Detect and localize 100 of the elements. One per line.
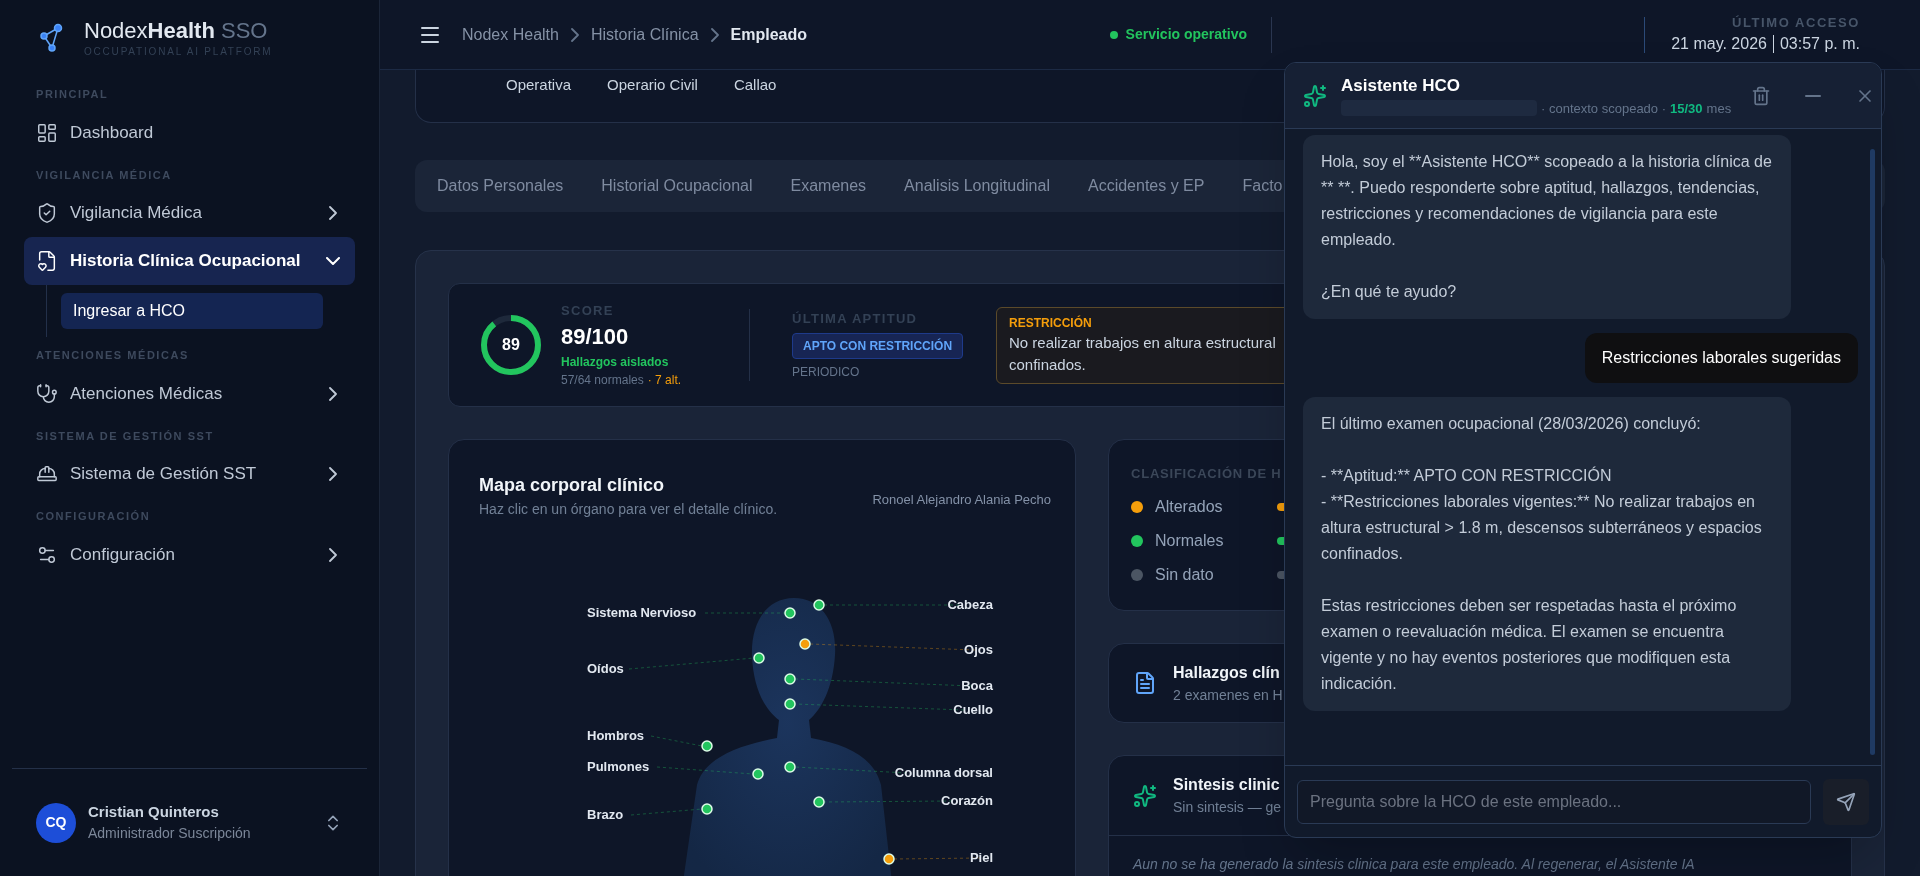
organ-marker[interactable] bbox=[799, 638, 811, 650]
employee-field: Operario Civil bbox=[607, 74, 698, 97]
send-button[interactable] bbox=[1823, 778, 1869, 825]
quota-count: 15/30 bbox=[1670, 99, 1703, 118]
organ-label[interactable]: Piel bbox=[969, 849, 993, 867]
trash-icon bbox=[1751, 85, 1772, 106]
tab[interactable]: Accidentes y EP bbox=[1087, 174, 1205, 198]
assistant-message: El último examen ocupacional (28/03/2026) concluyó: - **Aptitud:** APTO CON RESTRICCIÓN - **Restricciones laborales vigentes:** No realizar trabajos en altura estructural > 1.8 m, descensos subterráneos y espacios confinados. Estas restricciones deben ser respetadas hasta el próximo examen o reevaluación médica. El examen se encuentra vigente y no hay eventos posteriores que modifiquen esta indicación. bbox=[1303, 397, 1791, 711]
normals-count: 57/64 normales bbox=[561, 372, 644, 390]
organ-marker[interactable] bbox=[813, 599, 825, 611]
exam-type: PERIODICO bbox=[792, 363, 860, 381]
context-text: · contexto scopeado · bbox=[1541, 99, 1667, 118]
organ-label[interactable]: Ojos bbox=[964, 641, 993, 659]
legend-label: Sin dato bbox=[1155, 564, 1215, 585]
question-input-field[interactable]: Pregunta sobre la HCO de este empleado... bbox=[1297, 779, 1811, 824]
legend-label: Normales bbox=[1155, 530, 1225, 551]
scrollbar[interactable] bbox=[1870, 149, 1875, 755]
sparkle-icon bbox=[1303, 83, 1327, 108]
document-icon bbox=[1133, 671, 1157, 695]
organ-marker[interactable] bbox=[883, 853, 895, 865]
document-heart-icon bbox=[36, 250, 58, 272]
nav-item[interactable]: Dashboard bbox=[24, 108, 355, 157]
breadcrumb-item[interactable]: Historia Clínica bbox=[590, 22, 699, 47]
card-subtitle: 2 examenes en H bbox=[1173, 685, 1283, 705]
organ-label[interactable]: Boca bbox=[961, 677, 993, 695]
chevron-right-icon bbox=[329, 467, 337, 481]
shield-check-icon bbox=[36, 202, 58, 224]
organ-label[interactable]: Hombros bbox=[587, 727, 645, 745]
organ-marker[interactable] bbox=[701, 740, 713, 752]
assistant-message: Hola, soy el **Asistente HCO** scopeado a la historia clínica de ** **. Puedo responderte sobre aptitud, hallazgos, tendencias, restricciones y recomendaciones de vigilancia para este empleado. ¿En qué te ayudo? bbox=[1303, 135, 1791, 319]
organ-marker[interactable] bbox=[784, 698, 796, 710]
nav-section-title: VIGILANCIA MÉDICA bbox=[35, 167, 173, 183]
tab[interactable]: Facto bbox=[1242, 174, 1283, 198]
organ-label[interactable]: Corazón bbox=[941, 792, 993, 810]
organ-label[interactable]: Brazo bbox=[587, 806, 624, 824]
breadcrumb-item: Empleado bbox=[730, 24, 807, 45]
tab[interactable]: Datos Personales bbox=[437, 174, 564, 198]
altered-count: · 7 alt. bbox=[647, 372, 682, 390]
employee-field: Operativa bbox=[506, 74, 572, 97]
minimize-icon bbox=[1805, 94, 1822, 97]
organ-label[interactable]: Sistema Nervioso bbox=[587, 604, 697, 622]
quota-unit: mes bbox=[1706, 99, 1732, 118]
sparkle-icon bbox=[1133, 783, 1157, 808]
chevron-right-icon bbox=[329, 206, 337, 220]
user-name: Cristian Quinteros bbox=[88, 801, 220, 822]
organ-label[interactable]: Cabeza bbox=[947, 596, 993, 614]
chevron-right-icon bbox=[710, 27, 719, 42]
brand-name: NodexHealth SSO bbox=[84, 17, 269, 44]
organ-label[interactable]: Pulmones bbox=[587, 758, 650, 776]
restriction-text: No realizar trabajos en altura estructural bbox=[1009, 332, 1277, 353]
nav-item[interactable]: Vigilancia Médica bbox=[24, 189, 355, 237]
organ-marker[interactable] bbox=[752, 768, 764, 780]
organ-label[interactable]: Cuello bbox=[953, 701, 993, 719]
tab[interactable]: Analisis Longitudinal bbox=[904, 174, 1050, 198]
organ-marker[interactable] bbox=[784, 607, 796, 619]
organ-marker[interactable] bbox=[813, 796, 825, 808]
card-subtitle: Sin sintesis — ge bbox=[1173, 798, 1282, 817]
nav-item[interactable]: Historia Clínica Ocupacional bbox=[24, 237, 355, 285]
nav-item[interactable]: Configuración bbox=[24, 530, 355, 579]
patient-name: Ronoel Alejandro Alania Pecho bbox=[872, 491, 1051, 509]
organ-label[interactable]: Columna dorsal bbox=[894, 764, 993, 782]
score-ring-value: 89 bbox=[502, 336, 520, 354]
nav-item[interactable]: Atenciones Médicas bbox=[24, 369, 355, 418]
last-access-label: ÚLTIMO ACCESO bbox=[1732, 13, 1860, 32]
organ-label[interactable]: Oídos bbox=[587, 660, 624, 678]
score-summary: Hallazgos aislados bbox=[561, 354, 670, 372]
chevron-right-icon bbox=[329, 547, 337, 562]
panel-title: Asistente HCO bbox=[1341, 75, 1462, 97]
restriction-text: confinados. bbox=[1009, 355, 1087, 375]
nav-subitem[interactable]: Ingresar a HCO bbox=[61, 293, 323, 329]
tab[interactable]: Examenes bbox=[790, 174, 867, 198]
organ-marker[interactable] bbox=[753, 652, 765, 664]
restriction-title: RESTRICCIÓN bbox=[1009, 314, 1093, 332]
card-subtitle: Haz clic en un órgano para ver el detalle clínico. bbox=[479, 500, 778, 519]
chevron-right-icon bbox=[329, 386, 337, 401]
card-title: Mapa corporal clínico bbox=[479, 474, 666, 497]
last-access-date: 21 may. 2026 bbox=[1671, 34, 1767, 55]
status-text: Servicio operativo bbox=[1125, 25, 1247, 44]
aptitude-badge: APTO CON RESTRICCIÓN bbox=[792, 332, 964, 359]
organ-marker[interactable] bbox=[784, 761, 796, 773]
organ-marker[interactable] bbox=[701, 803, 713, 815]
organ-marker[interactable] bbox=[784, 673, 796, 685]
nav-item[interactable]: Sistema de Gestión SST bbox=[24, 450, 355, 498]
last-access-time: 03:57 p. m. bbox=[1779, 34, 1860, 55]
nav-section-title: CONFIGURACIÓN bbox=[35, 509, 152, 524]
leader-line bbox=[650, 735, 703, 747]
stethoscope-icon bbox=[36, 382, 58, 405]
nav-section-title: PRINCIPAL bbox=[35, 87, 110, 102]
employee-field: Callao bbox=[733, 74, 777, 97]
chevron-right-icon bbox=[570, 27, 579, 42]
send-icon bbox=[1836, 791, 1856, 812]
score-value: 89/100 bbox=[561, 323, 630, 352]
user-role: Administrador Suscripción bbox=[88, 824, 252, 844]
legend-label: Alterados bbox=[1155, 496, 1224, 517]
breadcrumb-item[interactable]: Nodex Health bbox=[462, 22, 559, 47]
tab[interactable]: Historial Ocupacional bbox=[601, 174, 753, 198]
nav-section-title: SISTEMA DE GESTIÓN SST bbox=[35, 428, 215, 444]
card-title: Hallazgos clín bbox=[1173, 662, 1281, 683]
chevron-down-icon bbox=[326, 257, 340, 265]
nav-section-title: ATENCIONES MÉDICAS bbox=[35, 348, 190, 363]
